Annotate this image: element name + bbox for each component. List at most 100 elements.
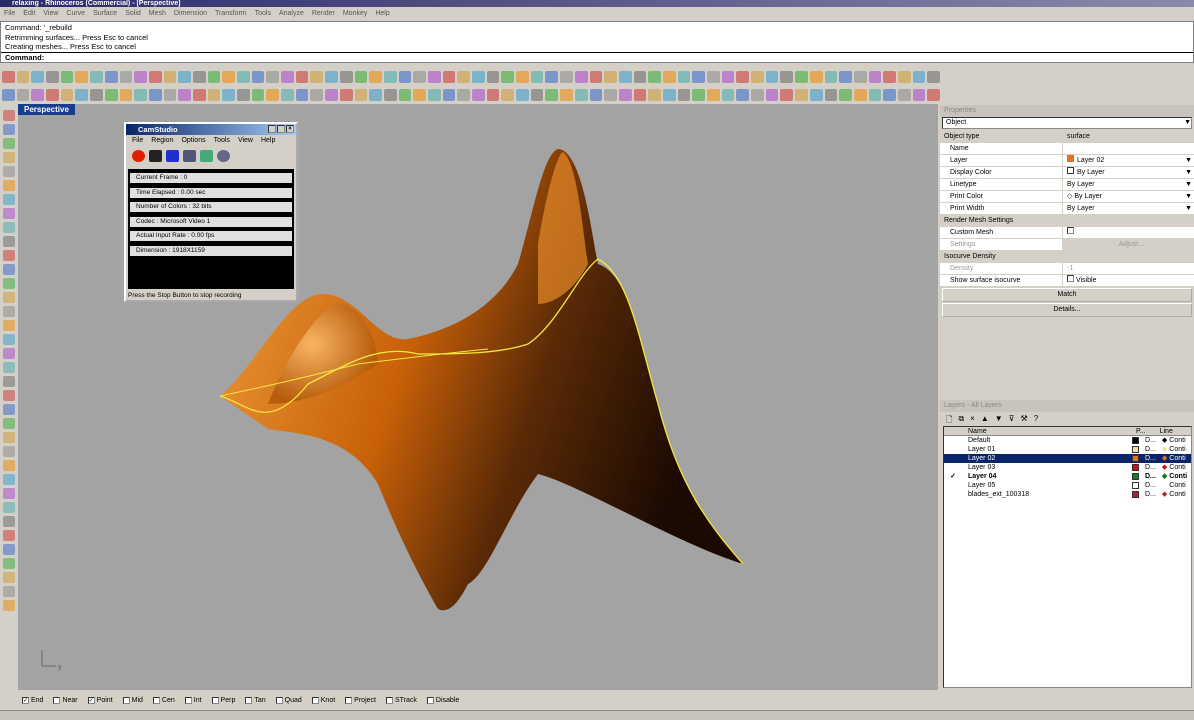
chevron-down-icon[interactable]: ▼ <box>1185 191 1194 203</box>
toolbar-tool-icon[interactable] <box>119 89 133 101</box>
toolbar-tool-icon[interactable] <box>134 71 147 83</box>
left-tool-icon[interactable] <box>3 250 15 261</box>
left-tool-icon[interactable] <box>3 502 15 513</box>
toolbar-tool-icon[interactable] <box>545 89 559 101</box>
close-button[interactable]: × <box>286 125 294 133</box>
left-tool-icon[interactable] <box>3 474 15 485</box>
pause-icon[interactable] <box>149 150 162 162</box>
left-tool-icon[interactable] <box>3 334 15 345</box>
toolbar-tool-icon[interactable] <box>824 89 838 101</box>
toolbar-tool-icon[interactable] <box>222 89 235 101</box>
toolbar-tool-icon[interactable] <box>868 71 882 83</box>
toolbar-tool-icon[interactable] <box>545 71 559 83</box>
property-row[interactable]: Print Color ◇ By Layer ▼ <box>940 191 1194 203</box>
property-value[interactable] <box>1062 143 1194 155</box>
toolbar-tool-icon[interactable] <box>883 71 896 83</box>
osnap-tan[interactable]: Tan <box>245 696 266 704</box>
toolbar-tool-icon[interactable] <box>574 71 588 83</box>
toolbar-tool-icon[interactable] <box>31 71 45 83</box>
menu-curve[interactable]: Curve <box>66 8 85 20</box>
toolbar-tool-icon[interactable] <box>751 71 764 83</box>
toolbar-tool-icon[interactable] <box>413 89 426 101</box>
toolbar-tool-icon[interactable] <box>398 89 412 101</box>
menu-surface[interactable]: Surface <box>93 8 117 20</box>
osnap-cen[interactable]: Cen <box>152 696 175 704</box>
toolbar-tool-icon[interactable] <box>486 71 500 83</box>
toolbar-tool-icon[interactable] <box>75 71 89 83</box>
toolbar-tool-icon[interactable] <box>383 89 397 101</box>
toolbar-tool-icon[interactable] <box>354 71 368 83</box>
left-tool-icon[interactable] <box>3 600 15 611</box>
toolbar-tool-icon[interactable] <box>90 71 103 83</box>
command-area[interactable]: Command: '_rebuild Retrimming surfaces..… <box>0 21 1194 63</box>
osnap-checkbox[interactable] <box>311 696 319 704</box>
camstudio-menu-tools[interactable]: Tools <box>214 137 230 144</box>
camstudio-menu-help[interactable]: Help <box>261 137 275 144</box>
left-tool-icon[interactable] <box>3 446 15 457</box>
toolbar-tool-icon[interactable] <box>604 71 617 83</box>
toolbar-tool-icon[interactable] <box>853 71 867 83</box>
toolbar-tool-icon[interactable] <box>251 71 265 83</box>
menu-analyze[interactable]: Analyze <box>279 8 304 20</box>
left-tool-icon[interactable] <box>3 278 15 289</box>
osnap-quad[interactable]: Quad <box>275 696 302 704</box>
osnap-checkbox[interactable] <box>122 696 130 704</box>
menu-file[interactable]: File <box>4 8 15 20</box>
toolbar-tool-icon[interactable] <box>633 71 647 83</box>
toolbar-tool-icon[interactable] <box>222 71 235 83</box>
match-button[interactable]: Match <box>942 288 1192 302</box>
current-layer-check[interactable] <box>944 445 962 454</box>
properties-selector[interactable]: Object ▼ <box>942 117 1192 129</box>
toolbar-tool-icon[interactable] <box>751 89 764 101</box>
toolbar-tool-icon[interactable] <box>427 89 441 101</box>
osnap-checkbox[interactable] <box>152 696 160 704</box>
toolbar-tool-icon[interactable] <box>413 71 426 83</box>
toolbar-tool-icon[interactable] <box>178 89 191 101</box>
layer-row[interactable]: Layer 05 D... ◆ Conti <box>944 481 1191 490</box>
menu-monkey[interactable]: Monkey <box>343 8 368 20</box>
chevron-down-icon[interactable]: ▼ <box>1185 167 1194 179</box>
toolbar-tool-icon[interactable] <box>310 71 324 83</box>
toolbar-tool-icon[interactable] <box>237 71 250 83</box>
osnap-strack[interactable]: STrack <box>385 696 417 704</box>
toolbar-tool-icon[interactable] <box>60 89 74 101</box>
toolbar-tool-icon[interactable] <box>736 89 750 101</box>
osnap-point[interactable]: ✓ Point <box>87 696 113 704</box>
column-name[interactable]: Name <box>962 427 1112 435</box>
osnap-disable[interactable]: Disable <box>426 696 459 704</box>
stop-icon[interactable] <box>166 150 179 162</box>
left-tool-icon[interactable] <box>3 348 15 359</box>
toolbar-tool-icon[interactable] <box>310 89 324 101</box>
density-field[interactable]: -1 <box>1062 263 1194 275</box>
toolbar-tool-icon[interactable] <box>677 71 691 83</box>
toolbar-tool-icon[interactable] <box>809 89 823 101</box>
toolbar-tool-icon[interactable] <box>530 71 544 83</box>
osnap-int[interactable]: Int <box>184 696 202 704</box>
osnap-near[interactable]: Near <box>53 696 78 704</box>
toolbar-tool-icon[interactable] <box>530 89 544 101</box>
toolbar-tool-icon[interactable] <box>266 71 280 83</box>
toolbar-tool-icon[interactable] <box>589 89 603 101</box>
toolbar-tool-icon[interactable] <box>251 89 265 101</box>
toolbar-tool-icon[interactable] <box>46 89 59 101</box>
left-tool-icon[interactable] <box>3 488 15 499</box>
toolbar-tool-icon[interactable] <box>339 89 353 101</box>
property-row[interactable]: Print Width By Layer ▼ <box>940 203 1194 215</box>
minimize-button[interactable] <box>268 125 276 133</box>
left-tool-icon[interactable] <box>3 516 15 527</box>
column-print[interactable]: P... <box>1136 427 1146 435</box>
left-tool-icon[interactable] <box>3 292 15 303</box>
menu-render[interactable]: Render <box>312 8 335 20</box>
toolbar-tool-icon[interactable] <box>736 71 750 83</box>
toolbar-tool-icon[interactable] <box>104 71 118 83</box>
left-tool-icon[interactable] <box>3 110 15 121</box>
menu-dimension[interactable]: Dimension <box>174 8 207 20</box>
layer-row[interactable]: Layer 01 D... ◆ Conti <box>944 445 1191 454</box>
toolbar-tool-icon[interactable] <box>163 89 177 101</box>
perspective-viewport[interactable]: Perspective y CamStudio × File Region Opti… <box>18 104 938 690</box>
toolbar-tool-icon[interactable] <box>516 89 529 101</box>
toolbar-tool-icon[interactable] <box>2 71 15 83</box>
details-button[interactable]: Details... <box>942 303 1192 317</box>
toolbar-tool-icon[interactable] <box>16 89 30 101</box>
record-icon[interactable] <box>132 150 145 162</box>
